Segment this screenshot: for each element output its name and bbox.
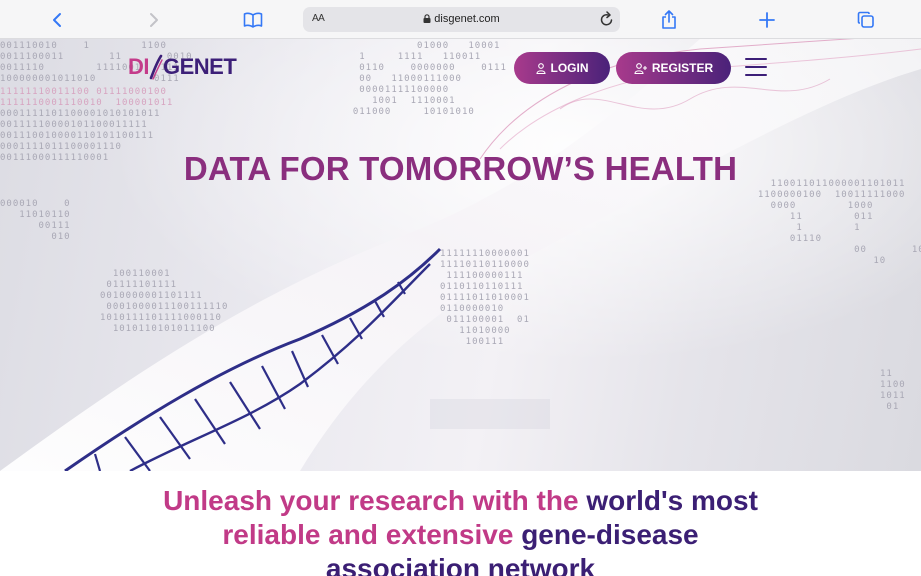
- binary-pattern: 11111110011100 01111000100 1111110001110…: [0, 87, 174, 108]
- browser-toolbar: AA disgenet.com: [0, 0, 921, 39]
- tagline-line1-a: Unleash your research with the: [163, 485, 587, 516]
- register-label: REGISTER: [651, 61, 714, 75]
- tagline-line3: association network: [325, 553, 596, 576]
- hero-section: 001110010 1 1100 0011100011 11 0010 0011…: [0, 39, 921, 471]
- binary-pattern: 11111110000001 11110110110000 1111000001…: [440, 249, 530, 347]
- disgenet-logo[interactable]: DI GENET: [128, 54, 237, 80]
- login-label: LOGIN: [550, 61, 589, 75]
- tagline-line2-b: gene-disease: [521, 519, 699, 550]
- tagline-line2-a: reliable and extensive: [222, 519, 522, 550]
- reload-icon[interactable]: [600, 11, 614, 32]
- url-text: disgenet.com: [434, 13, 500, 25]
- binary-pattern: 110011011000001101011 1100000100 1001111…: [757, 179, 921, 266]
- user-icon: [535, 62, 546, 74]
- add-user-icon: [634, 62, 647, 74]
- logo-text-part2: GENET: [163, 54, 237, 79]
- binary-pattern: 100110001 01111101111 0010000001101111 0…: [100, 269, 229, 334]
- logo-slash-mark: [149, 54, 163, 80]
- tagline-heading: Unleash your research with the world's m…: [100, 484, 821, 576]
- hamburger-menu-icon[interactable]: [745, 58, 767, 78]
- share-icon[interactable]: [657, 8, 681, 32]
- hero-title: DATA FOR TOMORROW’S HEALTH: [183, 150, 738, 187]
- forward-icon[interactable]: [142, 8, 166, 32]
- new-tab-icon[interactable]: [755, 8, 779, 32]
- register-button[interactable]: REGISTER: [616, 52, 731, 84]
- lock-icon: [423, 14, 431, 23]
- login-button[interactable]: LOGIN: [514, 52, 610, 84]
- address-bar[interactable]: AA disgenet.com: [303, 7, 620, 32]
- tagline-line1-b: world's most: [586, 485, 758, 516]
- bookmarks-icon[interactable]: [241, 8, 265, 32]
- logo-text-part1: DI: [128, 54, 150, 79]
- url-display[interactable]: disgenet.com: [303, 13, 620, 25]
- binary-pattern: 01000 10001 1 1111 110011 0110 0000000 0…: [352, 41, 507, 117]
- tabs-overview-icon[interactable]: [854, 8, 878, 32]
- binary-pattern: 11 1100 1011 01: [880, 369, 906, 412]
- binary-pattern: 000010 0 11010110 00111 010: [0, 199, 71, 242]
- back-icon[interactable]: [45, 8, 69, 32]
